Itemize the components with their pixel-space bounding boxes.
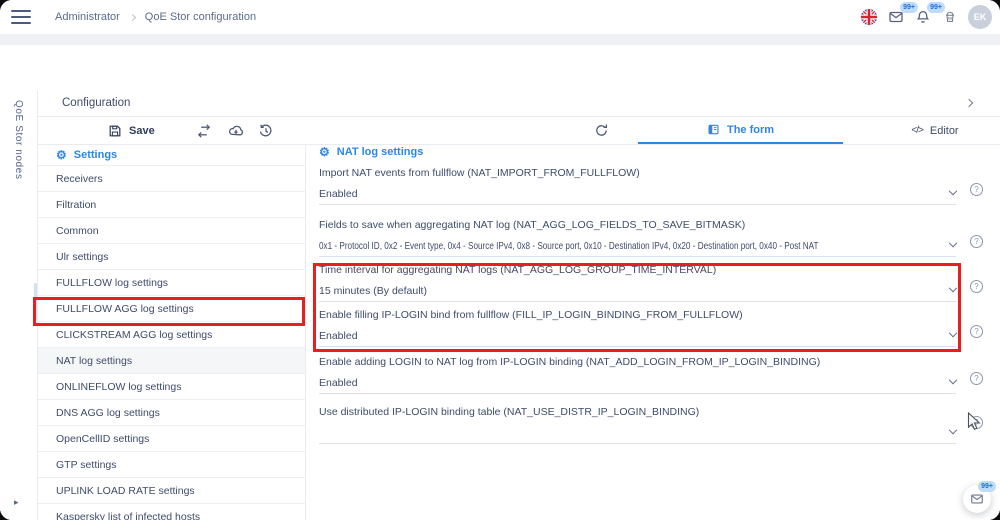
field-nat-import-from-fullflow: Import NAT events from fullflow (NAT_IMP…	[319, 167, 956, 205]
field-value: Enabled	[319, 330, 358, 342]
chevron-down-icon	[949, 239, 957, 247]
scrollbar-thumb[interactable]	[34, 283, 37, 321]
save-floppy-icon	[108, 124, 122, 138]
qoe-stor-nodes-rail: QoE Stor nodes ▸	[0, 90, 38, 520]
form-tab-icon	[707, 123, 720, 136]
language-flag-icon[interactable]	[860, 8, 878, 26]
sidebar-item-opencellid-settings[interactable]: OpenCellID settings	[38, 426, 305, 452]
field-select[interactable]: 0x1 - Protocol ID, 0x2 - Event type, 0x4…	[319, 236, 956, 257]
sidebar-item-ulr-settings[interactable]: Ulr settings	[38, 244, 305, 270]
nat-log-settings-form: ⚙ NAT log settings Import NAT events fro…	[307, 145, 1000, 520]
tab-the-form-label: The form	[727, 124, 774, 136]
breadcrumb: Administrator QoE Stor configuration	[55, 0, 256, 34]
field-select[interactable]: Enabled	[319, 184, 956, 205]
help-icon[interactable]: ?	[970, 416, 983, 429]
field-value: Enabled	[319, 377, 358, 389]
history-icon[interactable]	[258, 123, 274, 139]
field-label: Time interval for aggregating NAT logs (…	[319, 264, 956, 276]
top-header: Administrator QoE Stor configuration	[0, 0, 1000, 34]
chevron-down-icon	[949, 376, 957, 384]
header-divider-band	[0, 34, 1000, 45]
floating-messages-button[interactable]: 99+	[963, 485, 991, 513]
field-value: 15 minutes (By default)	[319, 285, 427, 297]
hamburger-menu-icon[interactable]	[11, 10, 31, 24]
form-title: NAT log settings	[337, 146, 424, 158]
form-header: ⚙ NAT log settings	[319, 146, 423, 158]
messages-icon[interactable]: 99+	[887, 8, 905, 26]
gears-icon: ⚙	[56, 149, 67, 161]
refresh-icon[interactable]	[594, 123, 610, 139]
sidebar-item-uplink-load-rate-settings[interactable]: UPLINK LOAD RATE settings	[38, 478, 305, 504]
settings-panel: ⚙ Settings Receivers Filtration Common U…	[38, 145, 306, 520]
qoe-stor-nodes-label: QoE Stor nodes	[13, 100, 24, 180]
chevron-down-icon	[949, 284, 957, 292]
gear-icon: ⚙	[319, 146, 330, 158]
field-nat-agg-log-fields-bitmask: Fields to save when aggregating NAT log …	[319, 219, 956, 257]
expand-chevron-icon[interactable]	[965, 99, 973, 107]
help-icon[interactable]: ?	[970, 372, 983, 385]
field-value: 0x1 - Protocol ID, 0x2 - Event type, 0x4…	[319, 241, 819, 252]
field-nat-add-login-from-ip-login-binding: Enable adding LOGIN to NAT log from IP-L…	[319, 356, 956, 394]
app-window: Administrator QoE Stor configuration	[0, 0, 1000, 520]
field-select[interactable]: Enabled	[319, 326, 956, 347]
chevron-down-icon	[949, 187, 957, 195]
configuration-title: Configuration	[62, 97, 130, 109]
tab-editor[interactable]: </> Editor	[870, 117, 1000, 144]
settings-list: Receivers Filtration Common Ulr settings…	[38, 165, 305, 520]
editor-code-icon: </>	[911, 125, 922, 136]
trash-icon[interactable]	[941, 8, 959, 26]
field-fill-ip-login-binding-from-fullflow: Enable filling IP-LOGIN bind from fullfl…	[319, 309, 956, 347]
field-select[interactable]	[319, 423, 956, 444]
notifications-bell-icon[interactable]: 99+	[914, 8, 932, 26]
cloud-download-icon[interactable]	[228, 123, 244, 139]
field-label: Enable adding LOGIN to NAT log from IP-L…	[319, 356, 956, 368]
sidebar-item-filtration[interactable]: Filtration	[38, 192, 305, 218]
sidebar-item-receivers[interactable]: Receivers	[38, 166, 305, 192]
breadcrumb-administrator[interactable]: Administrator	[55, 11, 120, 23]
help-icon[interactable]: ?	[970, 235, 983, 248]
save-button-label: Save	[129, 125, 155, 137]
configuration-section-header[interactable]: Configuration	[38, 90, 1000, 117]
field-nat-use-distr-ip-login-binding: Use distributed IP-LOGIN binding table (…	[319, 406, 956, 444]
field-select[interactable]: Enabled	[319, 373, 956, 394]
content-area: QoE Stor nodes ▸ Configuration Save	[0, 45, 1000, 520]
sidebar-item-fullflow-agg-log-settings[interactable]: FULLFLOW AGG log settings	[38, 296, 305, 322]
user-avatar[interactable]: EK	[968, 5, 992, 29]
settings-panel-header: ⚙ Settings	[38, 145, 305, 165]
sidebar-item-fullflow-log-settings[interactable]: FULLFLOW log settings	[38, 270, 305, 296]
help-icon[interactable]: ?	[970, 325, 983, 338]
tab-the-form[interactable]: The form	[638, 117, 843, 144]
field-label: Enable filling IP-LOGIN bind from fullfl…	[319, 309, 956, 321]
settings-panel-title: Settings	[74, 149, 117, 161]
breadcrumb-qoe-stor-configuration[interactable]: QoE Stor configuration	[145, 11, 256, 23]
field-label: Fields to save when aggregating NAT log …	[319, 219, 956, 231]
chevron-down-icon	[949, 426, 957, 434]
rail-expand-arrow-icon[interactable]: ▸	[14, 497, 19, 508]
field-label: Use distributed IP-LOGIN binding table (…	[319, 406, 956, 418]
field-select[interactable]: 15 minutes (By default)	[319, 281, 956, 302]
repeat-sync-icon[interactable]	[196, 123, 212, 139]
tab-editor-label: Editor	[930, 125, 959, 137]
mail-icon	[970, 492, 984, 506]
sidebar-item-gtp-settings[interactable]: GTP settings	[38, 452, 305, 478]
help-icon[interactable]: ?	[970, 280, 983, 293]
floating-count-badge: 99+	[978, 481, 996, 492]
chevron-down-icon	[949, 329, 957, 337]
sidebar-item-onlineflow-log-settings[interactable]: ONLINEFLOW log settings	[38, 374, 305, 400]
save-button[interactable]: Save	[108, 121, 155, 141]
field-value: Enabled	[319, 188, 358, 200]
sidebar-item-common[interactable]: Common	[38, 218, 305, 244]
field-nat-agg-log-group-time-interval: Time interval for aggregating NAT logs (…	[319, 264, 956, 302]
field-label: Import NAT events from fullflow (NAT_IMP…	[319, 167, 956, 179]
sidebar-item-clickstream-agg-log-settings[interactable]: CLICKSTREAM AGG log settings	[38, 322, 305, 348]
breadcrumb-separator-icon	[129, 14, 136, 21]
sidebar-item-dns-agg-log-settings[interactable]: DNS AGG log settings	[38, 400, 305, 426]
form-toolbar: Save The form </> Editor	[38, 117, 1000, 145]
sidebar-item-kaspersky-list[interactable]: Kaspersky list of infected hosts	[38, 504, 305, 520]
help-icon[interactable]: ?	[970, 183, 983, 196]
sidebar-item-nat-log-settings[interactable]: NAT log settings	[38, 348, 305, 374]
